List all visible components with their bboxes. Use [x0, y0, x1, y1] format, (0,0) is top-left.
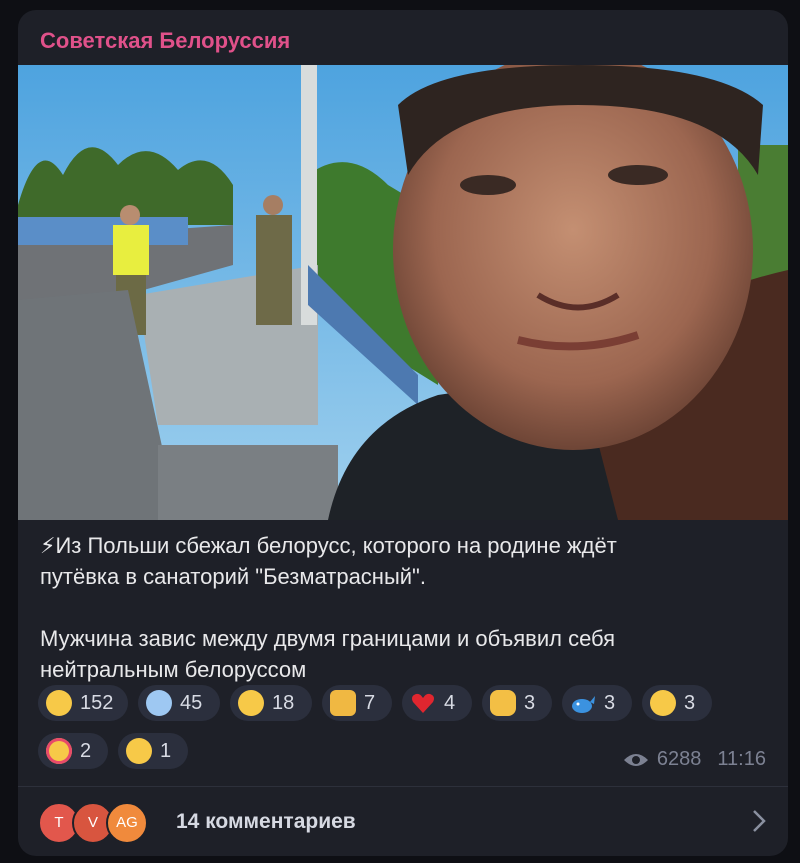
reaction-clapping[interactable]: 3 — [482, 685, 552, 721]
message-meta: 6288 11:16 — [623, 748, 766, 771]
channel-name[interactable]: Советская Белоруссия — [40, 28, 290, 54]
reaction-count: 1 — [160, 739, 172, 762]
post-text: ⚡Из Польши сбежал белорусс, которого на … — [40, 530, 770, 685]
post-line: Мужчина завис между двумя границами и об… — [40, 626, 616, 651]
screaming-face-icon — [146, 690, 172, 716]
eye-icon — [623, 753, 648, 766]
reaction-crying[interactable]: 152 — [38, 685, 128, 721]
reaction-count: 2 — [80, 739, 92, 762]
reaction-count: 18 — [272, 691, 295, 714]
message-time: 11:16 — [717, 748, 766, 770]
commenter-avatars: T V AG — [38, 801, 168, 844]
post-photo[interactable] — [18, 65, 788, 520]
view-count: 6288 — [656, 748, 702, 770]
reaction-count: 4 — [444, 691, 456, 714]
clapping-hands-icon — [490, 690, 516, 716]
comments-button[interactable]: T V AG 14 комментариев — [18, 787, 788, 856]
reaction-whale[interactable]: 3 — [562, 685, 632, 721]
reaction-loudly-crying[interactable]: 18 — [230, 685, 312, 721]
message-bubble: Советская Белоруссия ⚡Из Польши сбежал б… — [18, 10, 788, 856]
crying-face-icon — [46, 690, 72, 716]
reaction-screaming[interactable]: 45 — [138, 685, 220, 721]
reaction-count: 3 — [604, 691, 616, 714]
reaction-heart[interactable]: 4 — [402, 685, 472, 721]
avatar: AG — [106, 801, 148, 844]
reaction-smiling-hearts[interactable]: 2 — [38, 733, 108, 769]
comments-label: 14 комментариев — [176, 809, 356, 833]
post-line: ⚡Из Польши сбежал белорусс, которого на … — [40, 533, 617, 558]
reaction-count: 152 — [80, 691, 114, 714]
reaction-count: 45 — [180, 691, 203, 714]
reaction-count: 7 — [364, 691, 376, 714]
post-line: нейтральным белоруссом — [40, 657, 307, 682]
reaction-raised-eyebrow[interactable]: 3 — [642, 685, 712, 721]
reaction-grinning[interactable]: 1 — [118, 733, 188, 769]
raised-eyebrow-face-icon — [650, 690, 676, 716]
reaction-thumbs-up[interactable]: 7 — [322, 685, 392, 721]
loudly-crying-face-icon — [238, 690, 264, 716]
grinning-face-icon — [126, 738, 152, 764]
red-heart-icon — [410, 690, 436, 716]
post-line: путёвка в санаторий "Безматрасный". — [40, 564, 426, 589]
thumbs-up-icon — [330, 690, 356, 716]
whale-icon — [570, 690, 596, 716]
reaction-count: 3 — [524, 691, 536, 714]
smiling-face-with-hearts-icon — [46, 738, 72, 764]
chevron-right-icon — [753, 810, 766, 832]
reaction-count: 3 — [684, 691, 696, 714]
photo-illustration — [18, 65, 788, 520]
